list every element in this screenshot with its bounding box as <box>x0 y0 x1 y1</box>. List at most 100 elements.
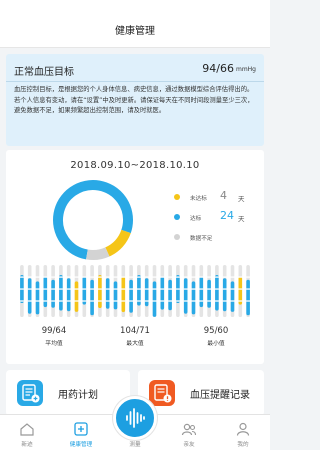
day-bar <box>191 281 196 315</box>
legend-unit: 天 <box>238 215 245 223</box>
day-bar-gap <box>238 276 243 278</box>
day-bar-gap <box>207 300 212 302</box>
day-bar-gap <box>222 300 227 302</box>
target-title: 正常血压目标 <box>14 67 74 78</box>
legend-not-met: 未达标 4 天 <box>170 189 260 210</box>
bp-reminder-label: 血压提醒记录 <box>190 390 250 401</box>
blue-dot-icon <box>174 214 180 220</box>
day-bar-gap <box>43 300 48 302</box>
day-bar-gap <box>66 300 71 302</box>
target-value: 94/66 <box>202 62 234 75</box>
tab-label: 健康管理 <box>69 442 93 448</box>
target-description: 血压控制目标，是根据您的个人身体信息、病史信息，通过数据模型综合评估得出的。若个… <box>14 86 254 115</box>
day-bar-gap <box>82 300 87 302</box>
day-bar-gap <box>152 300 157 302</box>
summary-average: 99/64 平均值 <box>24 326 84 347</box>
day-bar-gap <box>19 300 24 302</box>
day-bar-gap <box>183 300 188 302</box>
min-value: 95/60 <box>203 326 229 336</box>
day-bar <box>215 275 219 311</box>
average-label: 平均值 <box>45 341 63 347</box>
day-bar-gap <box>58 288 63 290</box>
day-bar-gap <box>51 276 56 278</box>
legend-label: 未达标 <box>190 196 207 202</box>
header: 健康管理 <box>0 0 270 48</box>
day-bar-gap <box>136 276 141 278</box>
legend-unit: 天 <box>238 195 245 203</box>
day-bar <box>35 281 40 315</box>
day-bar-gap <box>58 300 63 302</box>
max-value: 104/71 <box>120 326 150 336</box>
average-value: 99/64 <box>41 326 67 336</box>
daily-bp-bars <box>19 265 251 317</box>
bp-reminder-button[interactable]: 血压提醒记录 <box>138 370 264 416</box>
bp-donut-chart <box>53 180 133 260</box>
tab-health-management[interactable]: 健康管理 <box>54 415 108 450</box>
day-bar-gap <box>90 300 95 302</box>
page-title: 健康管理 <box>115 26 155 37</box>
day-bar-gap <box>66 288 71 290</box>
day-bar-gap <box>238 288 243 290</box>
home-icon <box>20 423 34 436</box>
medication-plan-button[interactable]: 用药计划 <box>6 370 130 416</box>
day-bar-gap <box>113 288 118 290</box>
tab-friends[interactable]: 亲友 <box>162 415 216 450</box>
day-bar-gap <box>27 288 32 290</box>
date-range[interactable]: 2018.09.10~2018.10.10 <box>6 160 264 171</box>
day-bar-gap <box>51 300 56 302</box>
day-bar-gap <box>214 300 219 302</box>
day-bar-gap <box>214 276 219 278</box>
day-bar-gap <box>74 276 79 278</box>
day-bar-gap <box>136 288 141 290</box>
day-bar-gap <box>144 288 149 290</box>
day-bar-gap <box>152 276 157 278</box>
day-bar-gap <box>58 276 63 278</box>
day-bar-gap <box>191 276 196 278</box>
max-label: 最大值 <box>126 341 144 347</box>
day-bar-gap <box>105 300 110 302</box>
legend-value: 4 <box>220 189 227 202</box>
bp-target-card[interactable]: 正常血压目标 94/66 mmHg 血压控制目标，是根据您的个人身体信息、病史信… <box>6 54 264 146</box>
health-plus-icon <box>74 422 88 436</box>
day-bar-gap <box>105 288 110 290</box>
day-bar-gap <box>160 288 165 290</box>
day-bar-gap <box>66 276 71 278</box>
day-bar <box>152 281 157 317</box>
day-bar-gap <box>175 276 180 278</box>
tab-mine[interactable]: 我的 <box>216 415 270 450</box>
page: 健康管理 正常血压目标 94/66 mmHg 血压控制目标，是根据您的个人身体信… <box>0 0 270 450</box>
day-bar-gap <box>199 276 204 278</box>
friends-icon <box>181 423 197 436</box>
day-bar-gap <box>27 276 32 278</box>
tab-label: 新迹 <box>21 442 33 448</box>
tab-news[interactable]: 新迹 <box>0 415 54 450</box>
day-bar-gap <box>160 276 165 278</box>
day-bar <box>74 281 79 312</box>
day-bar <box>27 278 32 314</box>
day-bar-gap <box>246 288 251 290</box>
day-bar-gap <box>230 288 235 290</box>
day-bar-gap <box>168 300 173 302</box>
day-bar-gap <box>121 276 126 278</box>
measure-button[interactable] <box>113 396 157 440</box>
legend-label: 达标 <box>190 216 202 222</box>
day-bar-gap <box>19 276 24 278</box>
tab-label: 测量 <box>129 442 141 448</box>
day-bar-gap <box>43 288 48 290</box>
day-bar-gap <box>19 288 24 290</box>
day-bar-gap <box>191 288 196 290</box>
legend: 未达标 4 天 达标 24 天 数据不足 <box>170 189 260 250</box>
day-bar-gap <box>222 288 227 290</box>
day-bar <box>66 278 71 312</box>
tab-label: 亲友 <box>183 442 195 448</box>
day-bar-gap <box>207 276 212 278</box>
day-bar-gap <box>51 288 56 290</box>
day-bar-gap <box>129 300 134 302</box>
day-bar-gap <box>121 288 126 290</box>
day-bar-gap <box>97 300 102 302</box>
day-bar-gap <box>90 288 95 290</box>
day-bar-gap <box>207 288 212 290</box>
day-bar-gap <box>175 300 180 302</box>
tab-label: 我的 <box>237 442 249 448</box>
day-bar-gap <box>144 300 149 302</box>
